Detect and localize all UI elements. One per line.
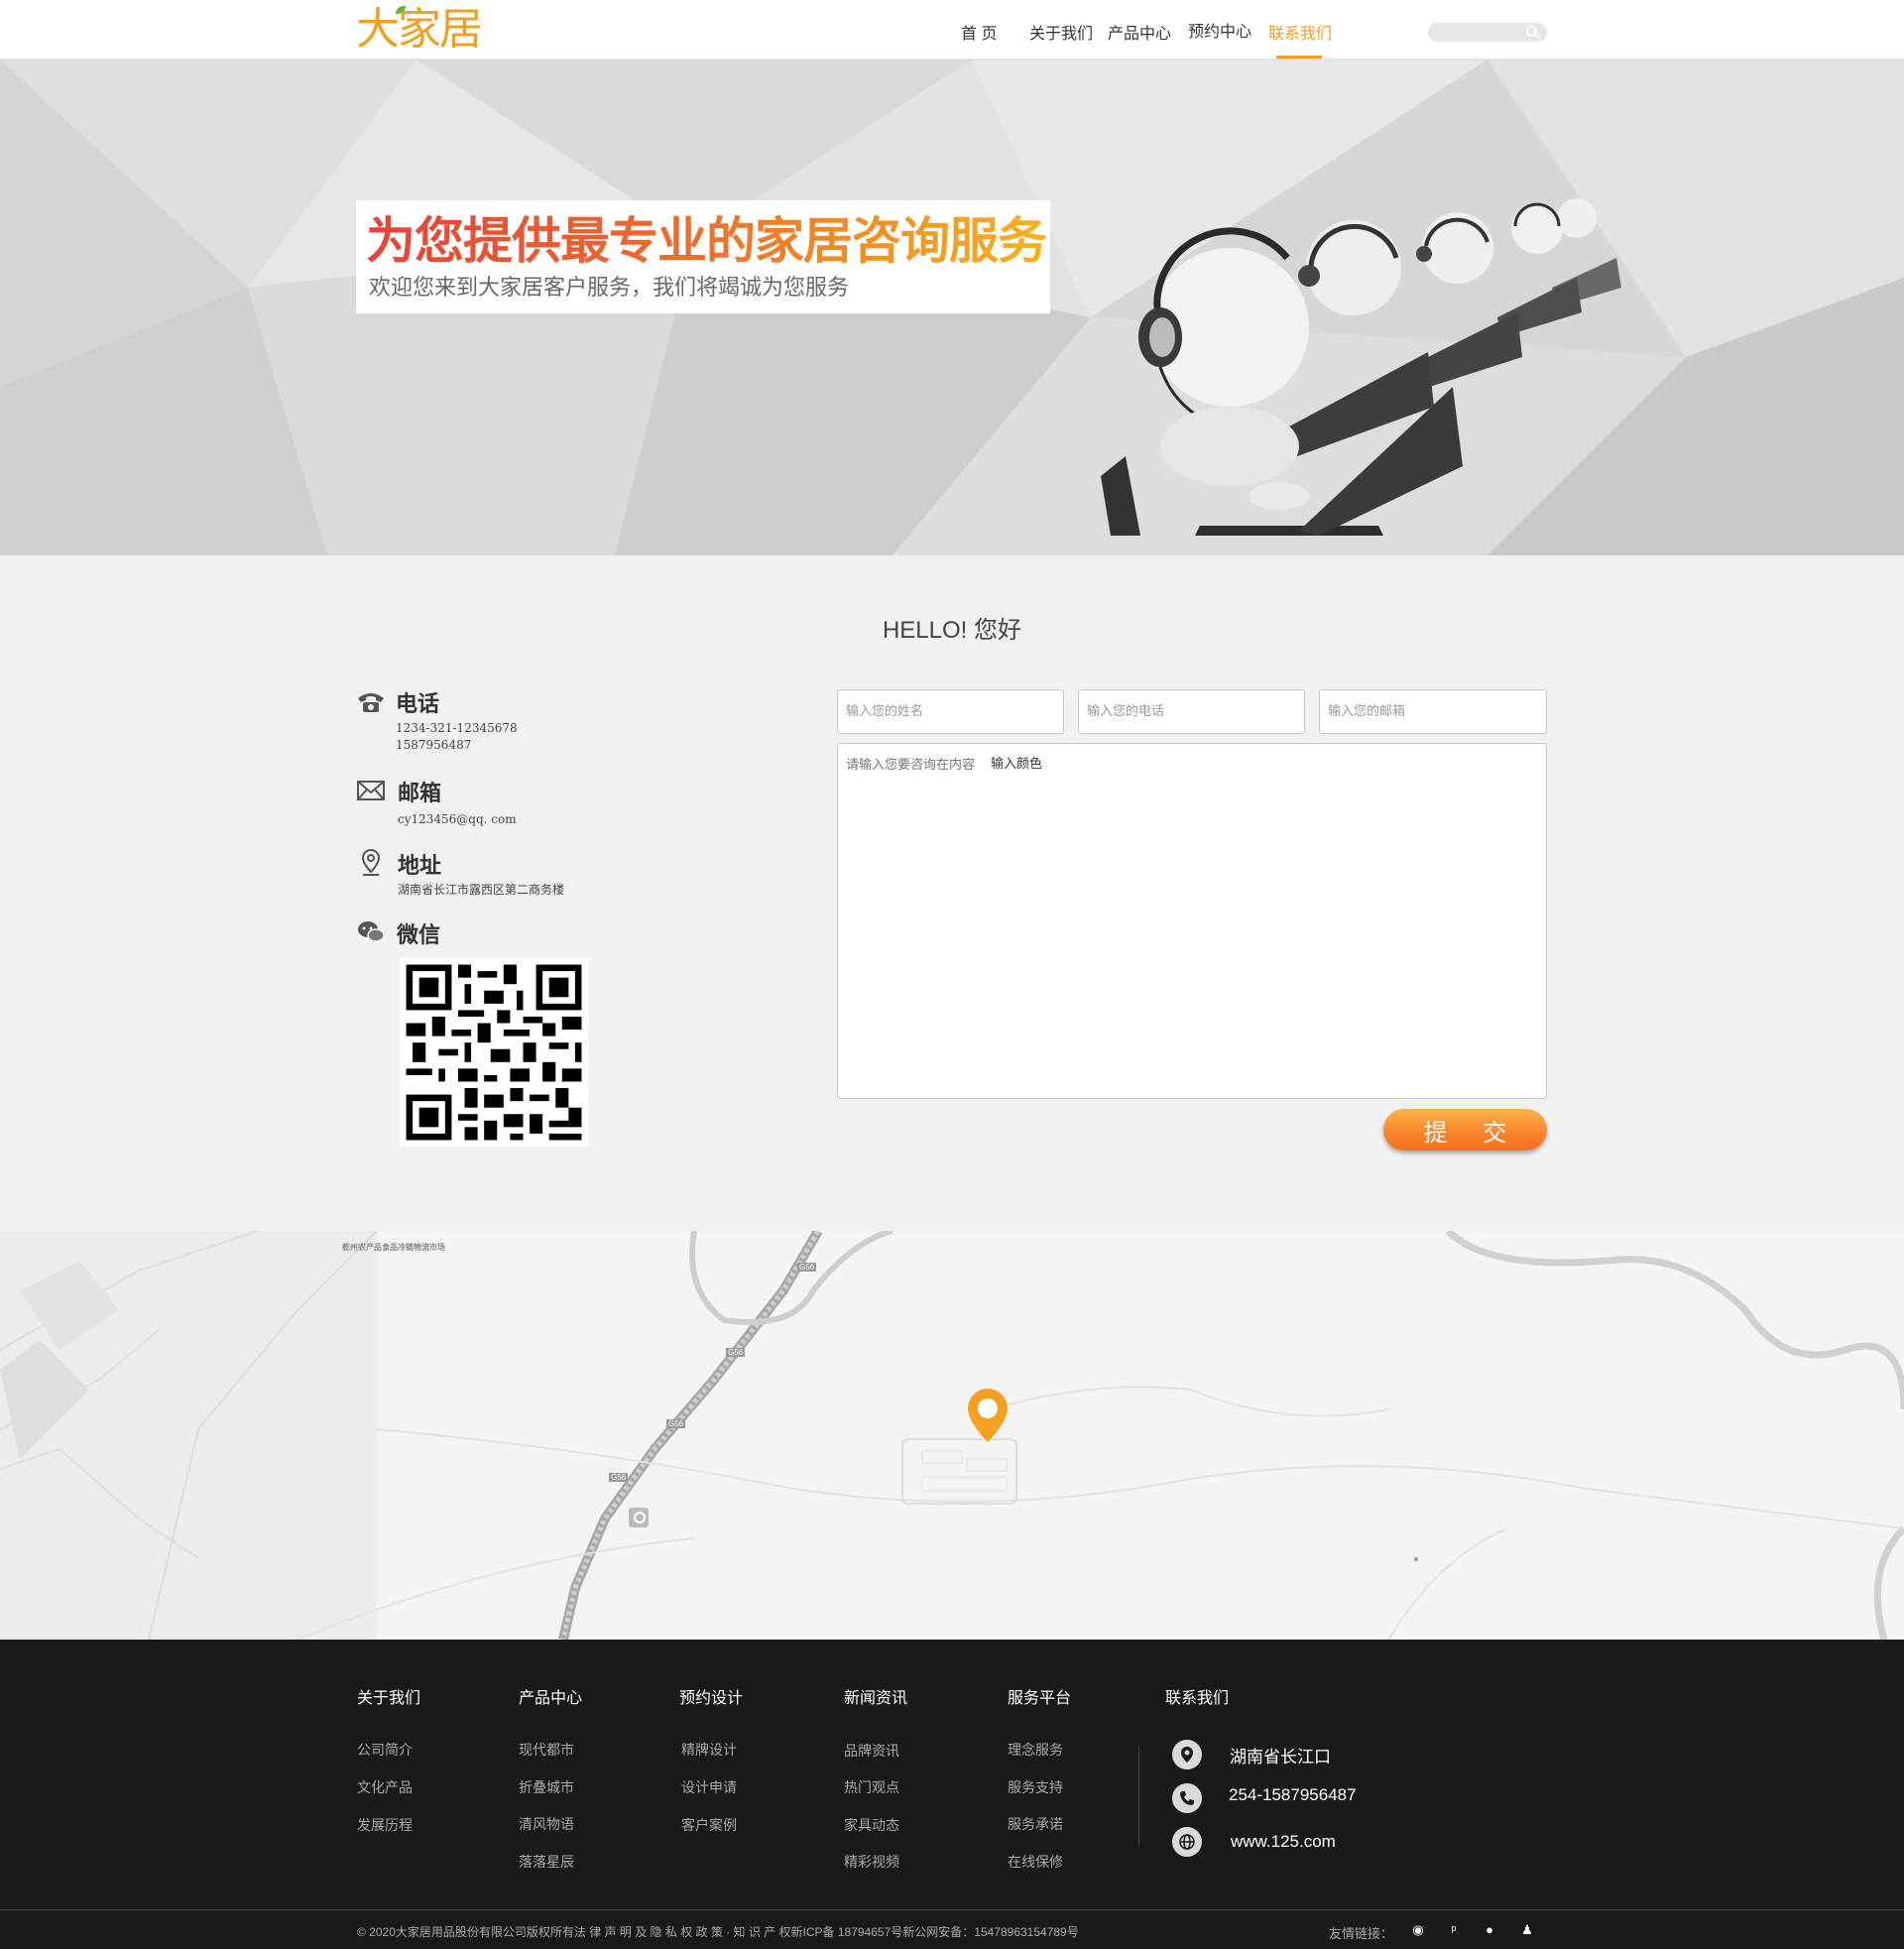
footer-link[interactable]: 服务承诺 xyxy=(1008,1814,1063,1834)
hero-banner: 为您提供最专业的家居咨询服务 欢迎您来到大家居客户服务，我们将竭诚为您服务 xyxy=(0,60,1904,555)
footer-col-products-title: 产品中心 xyxy=(519,1690,583,1707)
wechat-title: 微信 xyxy=(397,922,441,947)
footer-link[interactable]: 清风物语 xyxy=(519,1814,574,1834)
footer-link[interactable]: 折叠城市 xyxy=(519,1777,574,1797)
footer-link[interactable]: 热门观点 xyxy=(844,1777,899,1797)
map-background xyxy=(0,1231,1904,1640)
footer-link[interactable]: 精牌设计 xyxy=(681,1740,737,1760)
map-pin-icon[interactable] xyxy=(965,1387,1011,1444)
location-pin-icon xyxy=(361,848,381,876)
friend-links-label: 友情链接： xyxy=(1329,1926,1394,1941)
footer-link[interactable]: 发展历程 xyxy=(357,1815,413,1835)
footer-col-news-title: 新闻资讯 xyxy=(844,1690,908,1707)
wechat-icon xyxy=(358,921,385,942)
footer-link[interactable]: 客户案例 xyxy=(681,1815,737,1835)
footer-link[interactable]: 理念服务 xyxy=(1008,1740,1063,1760)
footer-website[interactable]: www.125.com xyxy=(1231,1832,1336,1852)
phone-value-1: 1234-321-12345678 xyxy=(396,721,518,735)
footer-col-design-title: 预约设计 xyxy=(679,1690,744,1707)
map-label-highway-4: G56 xyxy=(609,1473,629,1482)
weibo-icon[interactable]: ◉ xyxy=(1410,1922,1426,1938)
map-label-highway-3: G56 xyxy=(666,1419,686,1428)
footer-link[interactable]: 文化产品 xyxy=(357,1777,413,1797)
banner-text-box: 为您提供最专业的家居咨询服务 欢迎您来到大家居客户服务，我们将竭诚为您服务 xyxy=(356,200,1050,313)
email-field[interactable] xyxy=(1319,689,1547,734)
banner-subtitle: 欢迎您来到大家居客户服务，我们将竭诚为您服务 xyxy=(369,276,850,301)
search-box[interactable] xyxy=(1428,23,1547,42)
footer-link[interactable]: 品牌资讯 xyxy=(844,1741,899,1761)
footer: 关于我们 公司简介 文化产品 发展历程 产品中心 现代都市 折叠城市 清风物语 … xyxy=(0,1640,1904,1909)
wechat-qr-code xyxy=(400,958,588,1147)
map-label-highway-1: G56 xyxy=(797,1263,817,1272)
phone-field[interactable] xyxy=(1078,689,1305,734)
phone-value-2: 1587956487 xyxy=(396,738,472,752)
qq-icon[interactable]: ♟ xyxy=(1519,1922,1535,1938)
footer-link[interactable]: 精彩视频 xyxy=(844,1852,899,1872)
submit-button[interactable]: 提 交 xyxy=(1383,1109,1547,1151)
footer-link[interactable]: 家具动态 xyxy=(844,1815,899,1835)
mail-icon xyxy=(357,781,385,800)
footer-link[interactable]: 现代都市 xyxy=(519,1740,574,1760)
qr-code-image xyxy=(400,958,588,1147)
footer-col-contact-title: 联系我们 xyxy=(1165,1690,1230,1707)
footer-globe-icon xyxy=(1172,1827,1202,1857)
footer-phone-icon xyxy=(1172,1783,1202,1813)
name-field[interactable] xyxy=(837,689,1064,734)
email-value[interactable]: cy123456@qq. com xyxy=(398,811,517,828)
footer-link[interactable]: 公司简介 xyxy=(357,1740,413,1760)
nav-contact[interactable]: 联系我们 xyxy=(1268,20,1332,60)
map-label-highway-2: G56 xyxy=(726,1348,746,1357)
section-heading: HELLO! 您好 xyxy=(882,617,1022,644)
message-textarea[interactable] xyxy=(837,743,1547,1099)
footer-address: 湖南省长江口 xyxy=(1230,1748,1331,1766)
location-map[interactable]: 乾州农产品食品冷链物流市场 G56 G56 G56 G56 xyxy=(0,1231,1904,1640)
footer-link[interactable]: 设计申请 xyxy=(681,1777,737,1797)
tencent-weibo-icon[interactable]: ᵖ xyxy=(1446,1922,1462,1938)
email-title: 邮箱 xyxy=(398,781,442,805)
footer-phone: 254-1587956487 xyxy=(1229,1785,1357,1804)
nav-products[interactable]: 产品中心 xyxy=(1108,20,1171,60)
footer-link[interactable]: 落落星辰 xyxy=(519,1852,574,1872)
footer-link[interactable]: 服务支持 xyxy=(1008,1777,1063,1797)
header: 大家居 首 页 关于我们 产品中心 预约中心 联系我们 xyxy=(0,0,1904,60)
footer-location-icon xyxy=(1172,1740,1202,1769)
banner-title: 为您提供最专业的家居咨询服务 xyxy=(366,210,1047,272)
footer-bottom-bar: © 2020大家居用品股份有限公司版权所有法 律 声 明 及 隐 私 权 政 策… xyxy=(0,1909,1904,1949)
footer-col-service-title: 服务平台 xyxy=(1008,1690,1072,1707)
logo[interactable]: 大家居 xyxy=(356,4,483,56)
phone-title: 电话 xyxy=(396,691,440,716)
textarea-extra-text: 输入颜色 xyxy=(991,756,1043,771)
map-label-market: 乾州农产品食品冷链物流市场 xyxy=(342,1243,445,1252)
footer-divider xyxy=(1138,1747,1139,1846)
footer-link[interactable]: 在线保修 xyxy=(1008,1852,1063,1872)
map-search-icon[interactable] xyxy=(629,1508,649,1527)
copyright: © 2020大家居用品股份有限公司版权所有法 律 声 明 及 隐 私 权 政 策… xyxy=(357,1925,1079,1939)
wechat-icon[interactable]: ● xyxy=(1482,1922,1497,1938)
phone-icon xyxy=(358,693,384,712)
nav-home[interactable]: 首 页 xyxy=(961,20,997,60)
nav-booking[interactable]: 预约中心 xyxy=(1188,18,1251,58)
footer-col-about-title: 关于我们 xyxy=(357,1690,421,1707)
address-value: 湖南省长江市露西区第二商务楼 xyxy=(398,883,565,897)
search-icon[interactable] xyxy=(1526,26,1537,37)
address-title: 地址 xyxy=(398,853,442,878)
customer-service-illustration xyxy=(1101,198,1621,536)
nav-about[interactable]: 关于我们 xyxy=(1029,20,1093,60)
